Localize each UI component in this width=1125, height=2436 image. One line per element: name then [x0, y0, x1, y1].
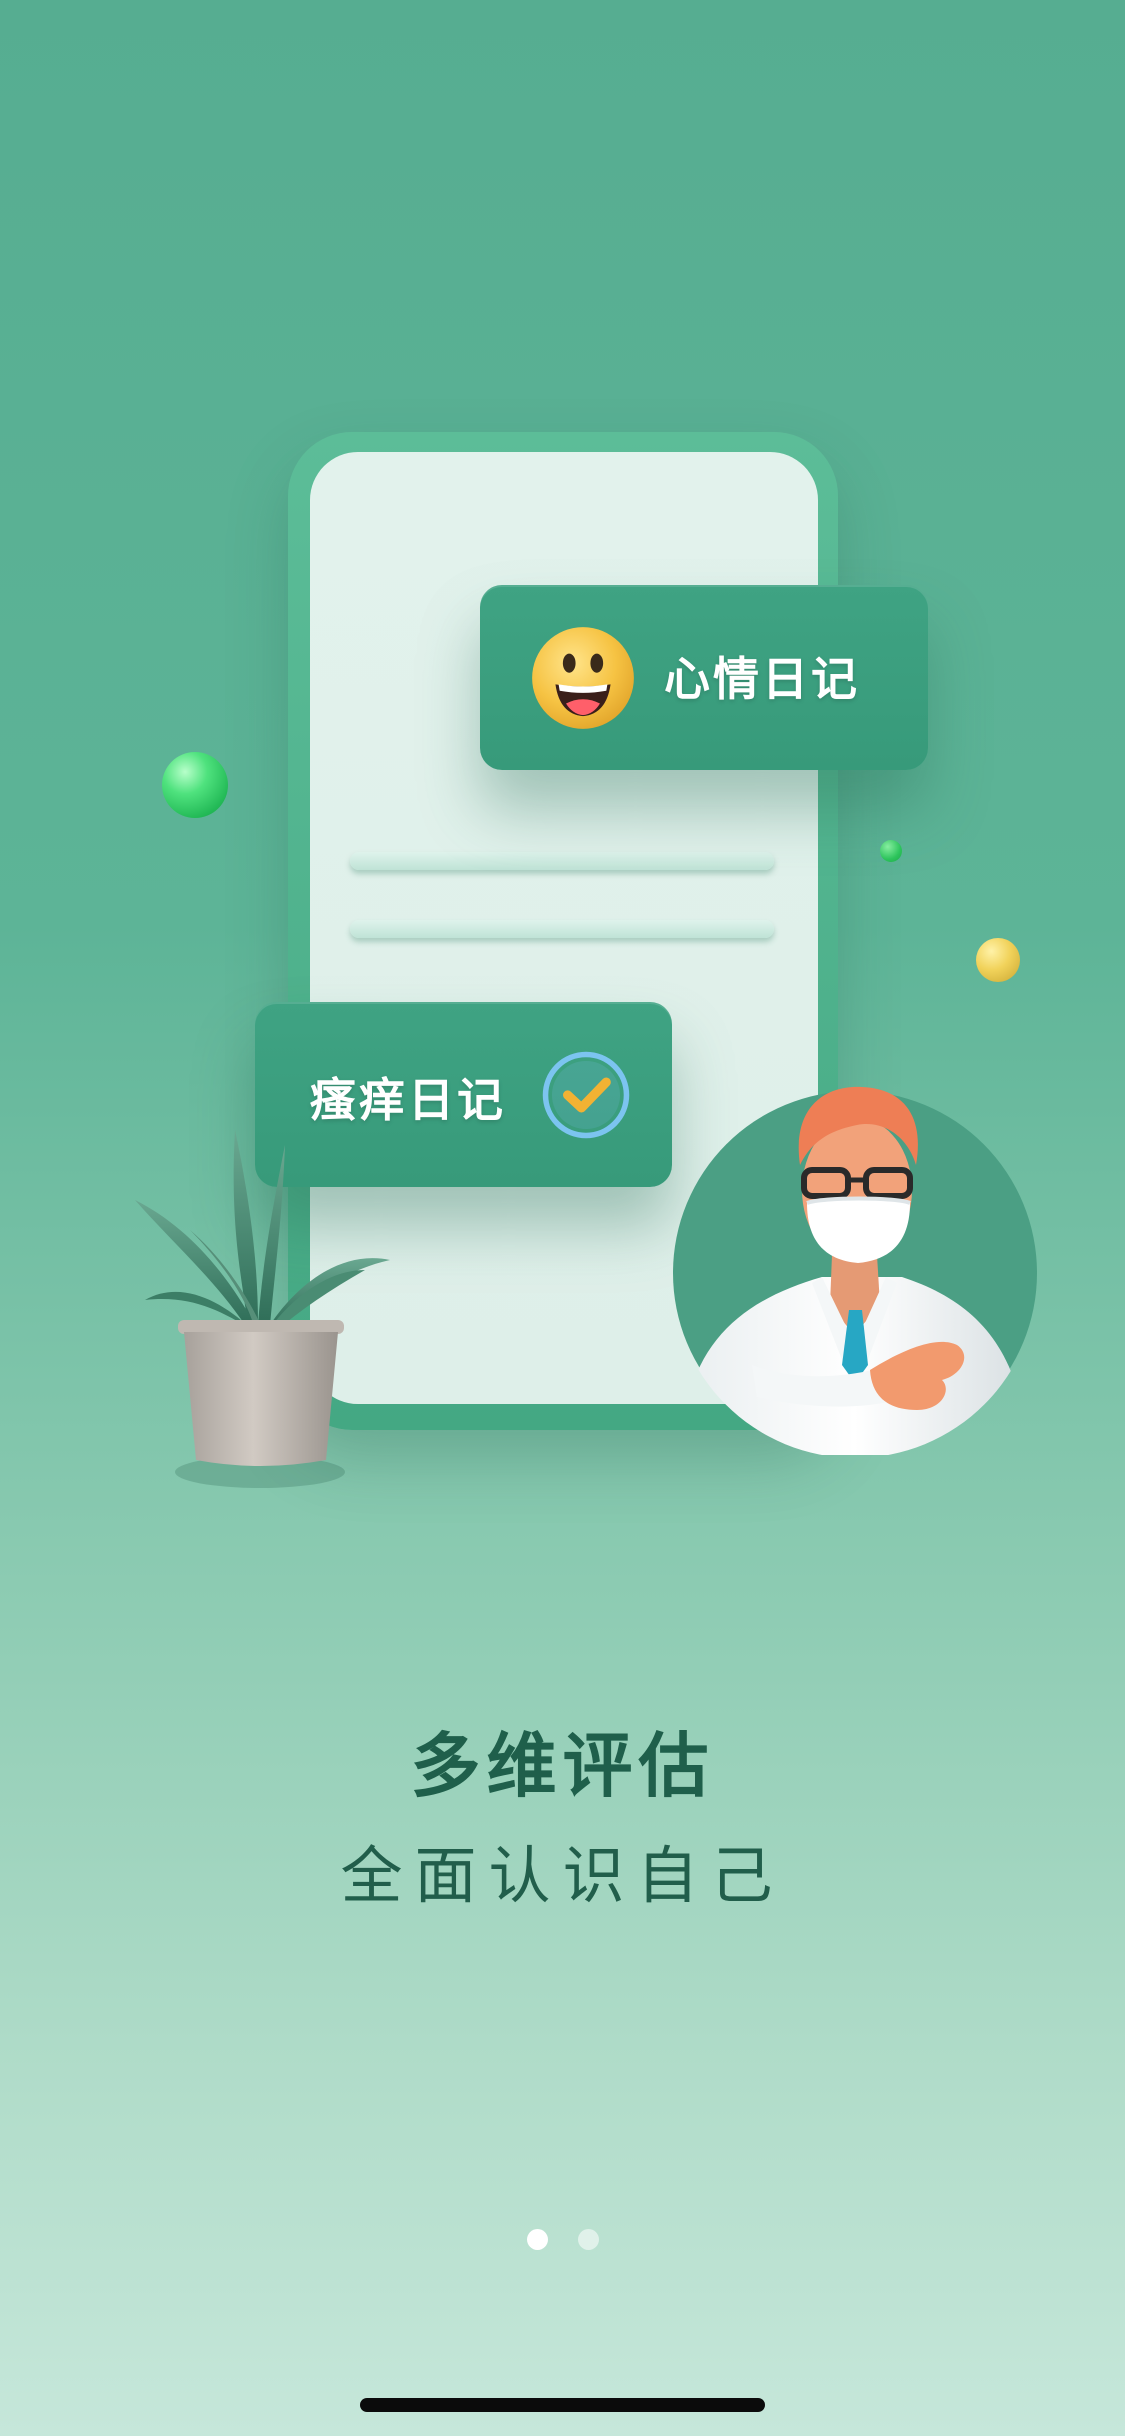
green-sphere-decoration	[162, 752, 228, 818]
smiling-face-icon	[532, 627, 634, 729]
onboarding-illustration: 心情日记 瘙痒日记	[0, 0, 1125, 1520]
phone-screen-line	[350, 920, 774, 938]
page-indicator	[0, 2229, 1125, 2251]
yellow-sphere-decoration	[976, 938, 1020, 982]
mood-diary-label: 心情日记	[664, 652, 860, 706]
home-indicator[interactable]	[360, 2398, 765, 2412]
mood-diary-card: 心情日记	[480, 585, 928, 770]
page-dot-2[interactable]	[577, 2229, 599, 2250]
page-dot-1[interactable]	[526, 2229, 548, 2250]
phone-screen-line	[350, 852, 774, 870]
page-subtitle: 全面认识自己	[340, 1839, 785, 1912]
small-green-sphere-decoration	[880, 840, 902, 862]
potted-plant-icon	[135, 1130, 390, 1488]
doctor-avatar-icon	[673, 1086, 1037, 1455]
checkmark-circle-icon	[542, 1051, 630, 1139]
page-title: 多维评估	[410, 1725, 715, 1807]
